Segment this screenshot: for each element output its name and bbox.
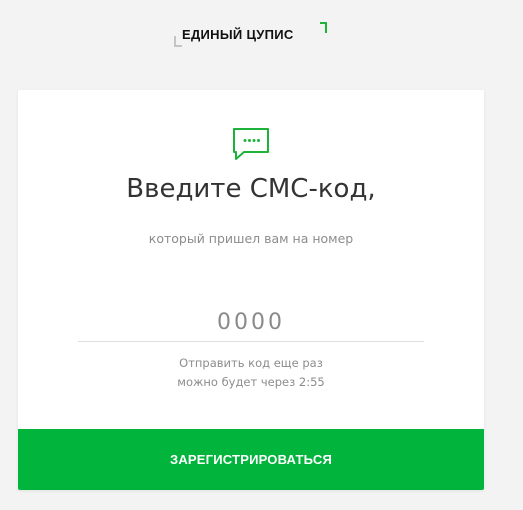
logo-text: ЕДИНЫЙ ЦУПИС: [182, 27, 294, 42]
resend-line-2: можно будет через 2:55: [177, 375, 325, 389]
sms-code-input[interactable]: [78, 304, 424, 342]
resend-timer-text: Отправить код еще раз можно будет через …: [18, 354, 484, 392]
logo-right-bracket: [320, 22, 327, 33]
sms-chat-icon: [233, 128, 269, 160]
page-title: Введите СМС-код,: [126, 174, 376, 204]
subtitle: который пришел вам на номер: [148, 231, 354, 246]
logo: ЕДИНЫЙ ЦУПИС: [174, 22, 334, 54]
register-button[interactable]: ЗАРЕГИСТРИРОВАТЬСЯ: [18, 429, 484, 490]
resend-line-1: Отправить код еще раз: [179, 356, 323, 370]
sms-code-card: Введите СМС-код, который пришел вам на н…: [18, 90, 484, 490]
logo-left-bracket: [174, 36, 182, 47]
